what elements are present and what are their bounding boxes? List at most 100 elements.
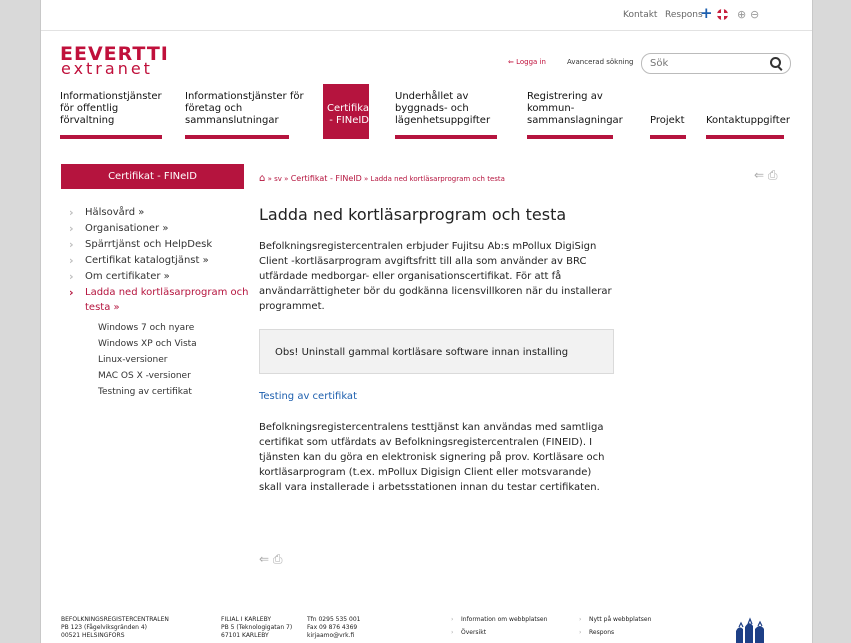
chevron-right-icon: › [69, 222, 74, 235]
chevron-right-icon: › [451, 616, 454, 623]
footer-link-label: Översikt [461, 629, 487, 636]
nav-item-kommun[interactable]: Registrering av kommun-sammanslagningar [527, 84, 623, 139]
testing-link[interactable]: Testing av certifikat [259, 391, 357, 402]
sidebar-item-label: Hälsovård » [85, 207, 145, 218]
chevron-right-icon: › [69, 286, 74, 299]
sidebar-item-organisationer[interactable]: › Organisationer » [69, 221, 249, 236]
sidebar-item-sparrtjanst[interactable]: › Spärrtjänst och HelpDesk [69, 237, 249, 252]
logo-line2[interactable]: extranet [61, 60, 153, 77]
footer-line: 67101 KARLEBY [221, 632, 269, 639]
uk-flag-icon[interactable] [717, 9, 728, 20]
nav-label: Informationstjänster för offentlig förva… [60, 91, 162, 126]
search-input[interactable] [650, 56, 760, 70]
sidebar-menu: › Hälsovård » › Organisationer » › Spärrtjä… [69, 205, 249, 400]
footer-line: PB 5 (Teknologigatan 7) [221, 624, 293, 631]
chevron-right-icon: › [451, 629, 454, 636]
zoom-in-icon[interactable]: ⊕ [737, 8, 746, 21]
nav-label: Projekt [650, 115, 685, 126]
breadcrumb: ⌂ » sv » Certifikat - FINeID » Ladda ned… [259, 173, 505, 184]
breadcrumb-certifikat[interactable]: Certifikat - FINeID [291, 174, 362, 183]
footer-link-label: Respons [589, 629, 615, 636]
footer: BEFOLKNINGSREGISTERCENTRALEN PB 123 (Fåg… [41, 612, 812, 643]
chevron-right-icon: › [69, 254, 74, 267]
sidebar-item-label: Om certifikater » [85, 271, 170, 282]
page-title: Ladda ned kortläsarprogram och testa [259, 205, 567, 224]
sidebar-heading[interactable]: Certifikat - FINeID [61, 164, 244, 189]
nav-label: Underhållet av byggnads- och lägenhetsup… [395, 91, 491, 126]
sidebar-item-label: Organisationer » [85, 223, 169, 234]
sidebar-item-label: Certifikat katalogtjänst » [85, 255, 209, 266]
page-tools-bottom: ⇐ ⎙ [259, 552, 283, 567]
footer-line: BEFOLKNINGSREGISTERCENTRALEN [61, 616, 169, 623]
kontakt-link[interactable]: Kontakt [623, 10, 657, 20]
respons-link[interactable]: Respons [665, 10, 703, 20]
zoom-out-icon[interactable]: ⊖ [750, 8, 759, 21]
breadcrumb-current: Ladda ned kortläsarprogram och testa [370, 175, 505, 183]
footer-address-main: BEFOLKNINGSREGISTERCENTRALEN PB 123 (Fåg… [61, 616, 169, 640]
sidebar-subitem-macos[interactable]: MAC OS X -versioner [69, 368, 249, 384]
print-icon[interactable]: ⎙ [768, 168, 778, 182]
breadcrumb-sv[interactable]: sv [274, 175, 282, 183]
nav-item-kontaktuppgifter[interactable]: Kontaktuppgifter [706, 84, 790, 139]
print-icon[interactable]: ⎙ [273, 552, 283, 566]
sidebar-subitem-windows7[interactable]: Windows 7 och nyare [69, 320, 249, 336]
footer-line: Fax 09 876 4369 [307, 624, 358, 631]
footer-line[interactable]: kirjaamo@vrk.fi [307, 632, 360, 640]
intro-paragraph: Befolkningsregistercentralen erbjuder Fu… [259, 241, 612, 312]
sidebar-subitem-testning[interactable]: Testning av certifikat [69, 384, 249, 400]
footer-link-label: Information om webbplatsen [461, 616, 548, 623]
chevron-right-icon: › [69, 238, 74, 251]
search-box [641, 53, 791, 74]
top-divider [41, 30, 812, 31]
nav-underline [650, 135, 686, 139]
notice-text: Obs! Uninstall gammal kortläsare softwar… [275, 347, 569, 358]
footer-line: 00521 HELSINGFORS [61, 632, 125, 639]
nav-item-foretag[interactable]: Informationstjänster för företag och sam… [185, 84, 309, 139]
sidebar-item-katalogtjanst[interactable]: › Certifikat katalogtjänst » [69, 253, 249, 268]
chevron-right-icon: › [69, 270, 74, 283]
nav-underline [527, 135, 613, 139]
footer-line: PB 123 (Fågelviksgränden 4) [61, 624, 148, 631]
footer-line: Tfn 0295 535 001 [307, 616, 361, 623]
advanced-search-link[interactable]: Avancerad sökning [567, 58, 633, 66]
chevron-right-icon: › [69, 206, 74, 219]
footer-link-information[interactable]: › Information om webbplatsen [451, 616, 547, 623]
search-icon[interactable] [770, 57, 781, 68]
breadcrumb-separator: » [364, 175, 369, 183]
nav-label: Registrering av kommun-sammanslagningar [527, 91, 623, 126]
testing-paragraph: Befolkningsregistercentralens testtjänst… [259, 422, 605, 493]
home-icon[interactable]: ⌂ [259, 173, 265, 184]
footer-link-oversikt[interactable]: › Översikt [451, 629, 486, 636]
nav-item-certifikat[interactable]: Certifikat - FINeID [323, 84, 373, 139]
sidebar-item-ladda-ned[interactable]: › Ladda ned kortläsarprogram och testa » [69, 285, 249, 315]
sidebar-item-label: Spärrtjänst och HelpDesk [85, 239, 213, 250]
nav-underline [395, 135, 497, 139]
page-tools: ⇐ ⎙ [754, 168, 778, 183]
footer-link-nytt[interactable]: › Nytt på webbplatsen [579, 616, 651, 623]
nav-label: Kontaktuppgifter [706, 115, 790, 126]
sidebar-subitem-windowsxp[interactable]: Windows XP och Vista [69, 336, 249, 352]
nav-underline [706, 135, 784, 139]
sidebar-subitem-linux[interactable]: Linux-versioner [69, 352, 249, 368]
footer-contact: Tfn 0295 535 001 Fax 09 876 4369 kirjaam… [307, 616, 360, 640]
sidebar-item-halsovard[interactable]: › Hälsovård » [69, 205, 249, 220]
chevron-right-icon: › [579, 616, 582, 623]
nav-item-offentlig[interactable]: Informationstjänster för offentlig förva… [60, 84, 170, 139]
footer-address-branch: FILIAL I KARLEBY PB 5 (Teknologigatan 7)… [221, 616, 292, 640]
notice-box: Obs! Uninstall gammal kortläsare softwar… [259, 329, 614, 374]
login-icon: ⇐ [508, 58, 517, 66]
login-link[interactable]: ⇐ Logga in [508, 58, 546, 66]
back-icon[interactable]: ⇐ [754, 168, 764, 182]
footer-line: FILIAL I KARLEBY [221, 616, 272, 623]
nav-label: Certifikat - FINeID [327, 103, 373, 126]
plus-icon[interactable]: + [700, 6, 713, 21]
nav-item-underhallet[interactable]: Underhållet av byggnads- och lägenhetsup… [395, 84, 501, 139]
breadcrumb-separator: » [267, 175, 272, 183]
sidebar-item-om-certifikater[interactable]: › Om certifikater » [69, 269, 249, 284]
coat-of-arms-logo [736, 617, 764, 643]
top-bar: Kontakt Respons + ⊕ ⊖ [41, 0, 812, 31]
nav-item-projekt[interactable]: Projekt [650, 84, 690, 139]
footer-link-respons[interactable]: › Respons [579, 629, 614, 636]
back-icon[interactable]: ⇐ [259, 552, 269, 566]
nav-label: Informationstjänster för företag och sam… [185, 91, 304, 126]
